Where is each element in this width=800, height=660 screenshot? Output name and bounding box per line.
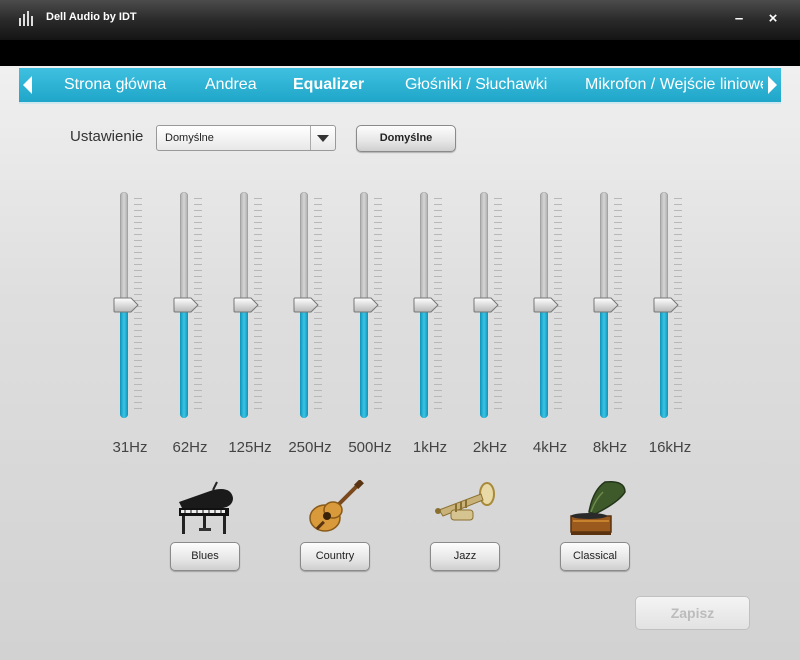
slider-thumb[interactable]: [353, 297, 379, 313]
chevron-down-icon: [317, 135, 329, 142]
gramophone-icon: [570, 480, 626, 535]
close-button[interactable]: ×: [760, 8, 786, 30]
slider-fill: [600, 305, 608, 418]
eq-slider-2khz[interactable]: [470, 192, 510, 420]
slider-thumb[interactable]: [293, 297, 319, 313]
close-icon: ×: [768, 10, 778, 27]
tab-speakers-headphones[interactable]: Głośniki / Słuchawki: [405, 76, 547, 94]
tab-strip: Strona główna Andrea Equalizer Głośniki …: [37, 68, 763, 102]
slider-thumb[interactable]: [653, 297, 679, 313]
slider-thumb[interactable]: [113, 297, 139, 313]
band-label: 16kHz: [648, 439, 692, 456]
band-label: 4kHz: [532, 439, 568, 456]
minimize-icon: –: [734, 10, 744, 27]
tab-bar: Strona główna Andrea Equalizer Głośniki …: [19, 68, 781, 104]
tab-equalizer[interactable]: Equalizer: [293, 76, 364, 94]
band-label: 8kHz: [592, 439, 628, 456]
tab-microphone-line-in[interactable]: Mikrofon / Wejście liniowe: [585, 76, 763, 94]
eq-slider-250hz[interactable]: [290, 192, 330, 420]
scroll-left-button[interactable]: [19, 68, 37, 102]
trumpet-icon: [435, 482, 495, 521]
slider-thumb[interactable]: [593, 297, 619, 313]
acoustic-guitar-icon: [309, 480, 364, 532]
band-label: 2kHz: [472, 439, 508, 456]
slider-thumb[interactable]: [473, 297, 499, 313]
slider-fill: [420, 305, 428, 418]
eq-slider-16khz[interactable]: [650, 192, 690, 420]
eq-slider-500hz[interactable]: [350, 192, 390, 420]
title-bar[interactable]: Dell Audio by IDT – ×: [0, 0, 800, 40]
slider-thumb[interactable]: [173, 297, 199, 313]
slider-thumb[interactable]: [233, 297, 259, 313]
eq-slider-4khz[interactable]: [530, 192, 570, 420]
slider-fill: [120, 305, 128, 418]
dropdown-button[interactable]: [310, 126, 335, 150]
tab-andrea[interactable]: Andrea: [205, 76, 257, 94]
arrow-right-icon: [768, 76, 777, 94]
slider-fill: [540, 305, 548, 418]
scroll-right-button[interactable]: [763, 68, 781, 102]
country-preset-button[interactable]: Country: [300, 542, 370, 571]
band-label: 250Hz: [288, 439, 332, 456]
slider-fill: [300, 305, 308, 418]
slider-thumb[interactable]: [533, 297, 559, 313]
eq-slider-62hz[interactable]: [170, 192, 210, 420]
classical-preset-button[interactable]: Classical: [560, 542, 630, 571]
reset-default-button[interactable]: Domyślne: [356, 125, 456, 152]
eq-slider-8khz[interactable]: [590, 192, 630, 420]
band-label: 125Hz: [228, 439, 272, 456]
eq-slider-1khz[interactable]: [410, 192, 450, 420]
band-label: 1kHz: [412, 439, 448, 456]
band-label: 62Hz: [172, 439, 208, 456]
slider-thumb[interactable]: [413, 297, 439, 313]
grand-piano-icon: [179, 481, 233, 534]
arrow-left-icon: [23, 76, 32, 94]
preset-value: Domyślne: [165, 132, 214, 144]
tab-home[interactable]: Strona główna: [64, 76, 166, 94]
slider-fill: [180, 305, 188, 418]
window-title: Dell Audio by IDT: [46, 11, 137, 23]
eq-slider-31hz[interactable]: [110, 192, 150, 420]
equalizer-app-icon: [19, 11, 33, 26]
slider-fill: [480, 305, 488, 418]
header-band: [0, 40, 800, 66]
eq-slider-125hz[interactable]: [230, 192, 270, 420]
slider-fill: [240, 305, 248, 418]
blues-preset-button[interactable]: Blues: [170, 542, 240, 571]
slider-fill: [360, 305, 368, 418]
preset-label: Ustawienie: [70, 128, 144, 145]
jazz-preset-button[interactable]: Jazz: [430, 542, 500, 571]
band-label: 500Hz: [348, 439, 392, 456]
slider-fill: [660, 305, 668, 418]
save-button[interactable]: Zapisz: [635, 596, 750, 630]
minimize-button[interactable]: –: [726, 8, 752, 30]
preset-dropdown[interactable]: Domyślne: [156, 125, 336, 151]
band-label: 31Hz: [112, 439, 148, 456]
